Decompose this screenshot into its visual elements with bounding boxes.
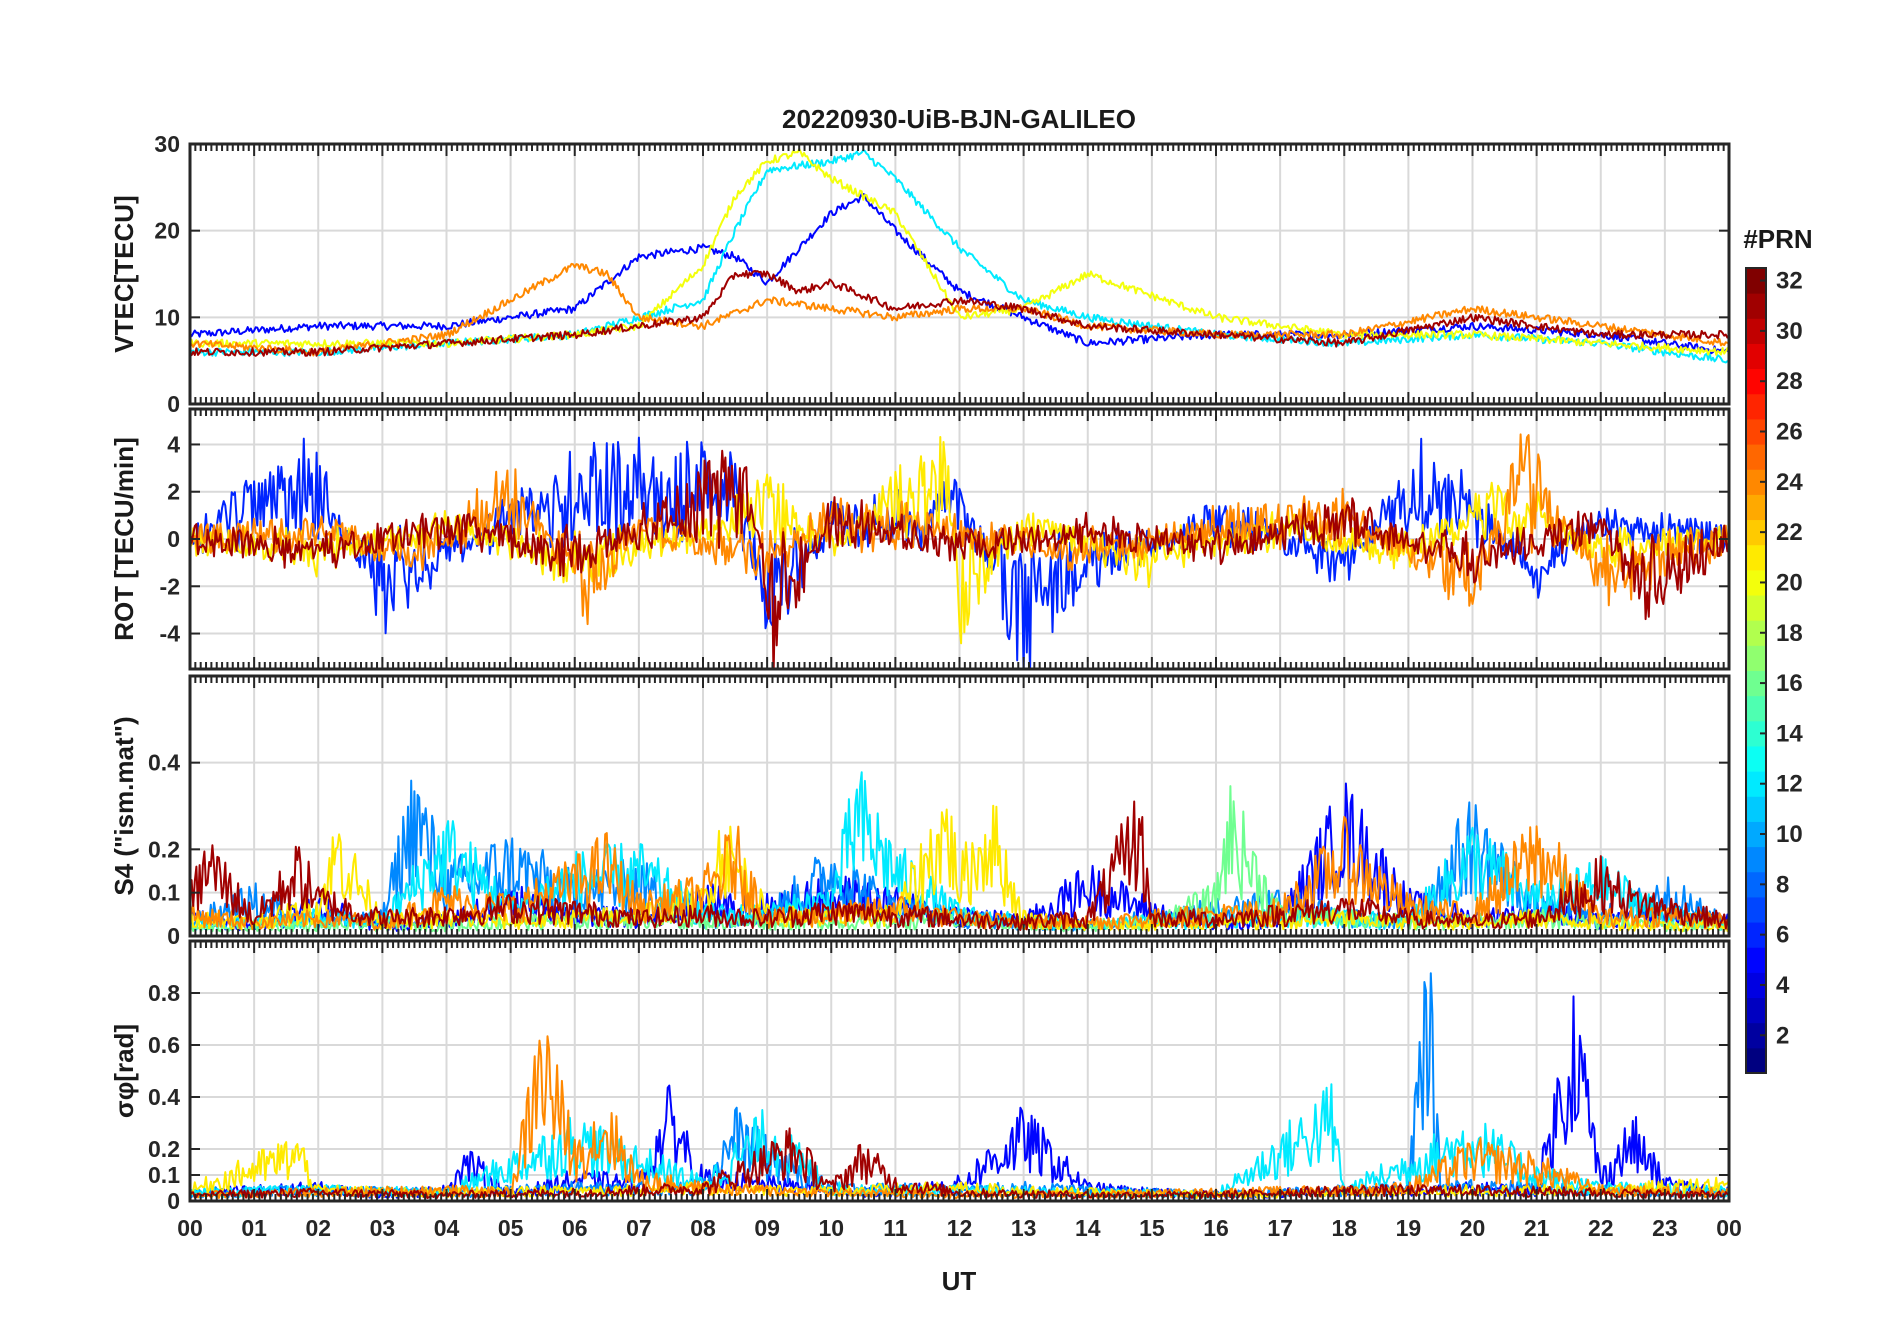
colorbar-swatch [1746, 745, 1766, 772]
colorbar-tick-label: 14 [1776, 720, 1803, 747]
colorbar-tick-label: 26 [1776, 419, 1803, 446]
y-axis-label: σφ[rad] [109, 1024, 139, 1118]
y-axis-label: VTEC[TECU] [109, 195, 139, 352]
y-tick-label: 0.8 [148, 980, 180, 1006]
y-tick-label: 0.1 [148, 880, 180, 906]
colorbar-tick-label: 2 [1776, 1022, 1789, 1049]
colorbar-swatch [1746, 846, 1766, 873]
x-tick-label: 18 [1331, 1215, 1357, 1241]
y-tick-label: 0 [167, 923, 180, 949]
y-tick-label: 2 [167, 479, 180, 505]
y-tick-label: 0.6 [148, 1032, 180, 1058]
colorbar-tick-label: 16 [1776, 670, 1803, 697]
y-tick-label: 10 [154, 304, 180, 330]
y-axis-label: S4 ("ism.mat") [109, 716, 139, 895]
colorbar-swatch [1746, 444, 1766, 470]
x-tick-label: 02 [305, 1215, 331, 1241]
colorbar-tick-label: 20 [1776, 569, 1803, 596]
x-tick-label: 10 [818, 1215, 844, 1241]
colorbar-swatch [1746, 393, 1766, 420]
colorbar-title: #PRN [1743, 224, 1812, 254]
colorbar-swatch [1746, 343, 1766, 370]
colorbar-swatch [1746, 997, 1766, 1024]
colorbar-tick-label: 24 [1776, 469, 1803, 496]
colorbar-tick-label: 6 [1776, 922, 1789, 949]
x-tick-label: 15 [1139, 1215, 1165, 1241]
colorbar-swatch [1746, 293, 1766, 319]
x-tick-label: 22 [1588, 1215, 1614, 1241]
x-tick-label: 08 [690, 1215, 716, 1241]
colorbar-swatch [1746, 695, 1766, 722]
colorbar-tick-label: 18 [1776, 620, 1803, 647]
x-tick-label: 23 [1652, 1215, 1678, 1241]
colorbar-swatch [1746, 595, 1766, 621]
y-tick-label: 0.1 [148, 1162, 180, 1188]
colorbar-tick-label: 22 [1776, 519, 1803, 546]
x-tick-label: 20 [1460, 1215, 1486, 1241]
y-tick-label: 0.4 [148, 1084, 180, 1110]
y-tick-label: 0.2 [148, 1136, 180, 1162]
panel-0: 0 10 20 30 VTEC[TECU] [109, 131, 1731, 417]
x-tick-label: 07 [626, 1215, 652, 1241]
x-tick-label: 19 [1396, 1215, 1422, 1241]
chart-title: 20220930-UiB-BJN-GALILEO [782, 104, 1136, 134]
x-tick-label: 14 [1075, 1215, 1101, 1241]
y-tick-label: -4 [160, 621, 181, 647]
colorbar-swatch [1746, 645, 1766, 671]
colorbar-tick-label: 12 [1776, 771, 1803, 798]
x-tick-label: 01 [241, 1215, 267, 1241]
panel-1: -4 -2 0 2 4 ROT [TECU/min] [109, 407, 1731, 671]
x-tick-label: 00 [1716, 1215, 1742, 1241]
colorbar-swatch [1746, 1047, 1766, 1074]
x-tick-label: 21 [1524, 1215, 1550, 1241]
colorbar-swatch [1746, 896, 1766, 923]
x-tick-label: 11 [883, 1215, 908, 1241]
colorbar-tick-label: 8 [1776, 871, 1789, 898]
y-tick-label: 0.4 [148, 750, 180, 776]
x-tick-label: 12 [947, 1215, 973, 1241]
x-tick-label: 13 [1011, 1215, 1037, 1241]
panels: 0102030VTEC[TECU]-4-2024ROT [TECU/min]00… [109, 131, 1742, 1241]
y-tick-label: 0.2 [148, 836, 180, 862]
y-tick-label: 0 [167, 1188, 180, 1214]
colorbar-tick-label: 4 [1776, 972, 1790, 999]
y-tick-label: 4 [167, 431, 180, 457]
y-tick-label: 0 [167, 391, 180, 417]
colorbar-tick-label: 28 [1776, 368, 1803, 395]
panel-3: 00.10.2 0.4 0.6 0.8 σφ[rad] 00 01 02 03 04 05 06 07 0… [109, 939, 1742, 1241]
x-tick-label: 06 [562, 1215, 588, 1241]
colorbar-swatch [1746, 494, 1766, 521]
x-tick-label: 17 [1267, 1215, 1293, 1241]
colorbar-tick-label: 10 [1776, 821, 1803, 848]
x-tick-label: 05 [498, 1215, 524, 1241]
colorbar-swatch [1746, 544, 1766, 571]
colorbar-tick-label: 32 [1776, 268, 1803, 295]
colorbar-swatch [1746, 796, 1766, 822]
y-tick-label: 0 [167, 526, 180, 552]
x-tick-label: 04 [434, 1215, 460, 1241]
x-tick-label: 09 [754, 1215, 780, 1241]
y-tick-label: 20 [154, 218, 180, 244]
colorbar-swatch [1746, 947, 1766, 973]
x-tick-label: 16 [1203, 1215, 1229, 1241]
y-tick-label: -2 [160, 573, 180, 599]
colorbar-tick-label: 30 [1776, 318, 1803, 345]
colorbar: 2468101214161820222426283032#PRN [1743, 224, 1813, 1074]
x-tick-label: 00 [177, 1215, 203, 1241]
x-tick-label: 03 [370, 1215, 396, 1241]
panel-2: 0 0.1 0.2 0.4 S4 ("ism.mat") [109, 674, 1731, 949]
y-axis-label: ROT [TECU/min] [109, 437, 139, 641]
x-axis-label: UT [942, 1266, 977, 1296]
y-tick-label: 30 [154, 131, 180, 157]
figure: 20220930-UiB-BJN-GALILEO 0102030VTEC[TEC… [109, 104, 1813, 1296]
